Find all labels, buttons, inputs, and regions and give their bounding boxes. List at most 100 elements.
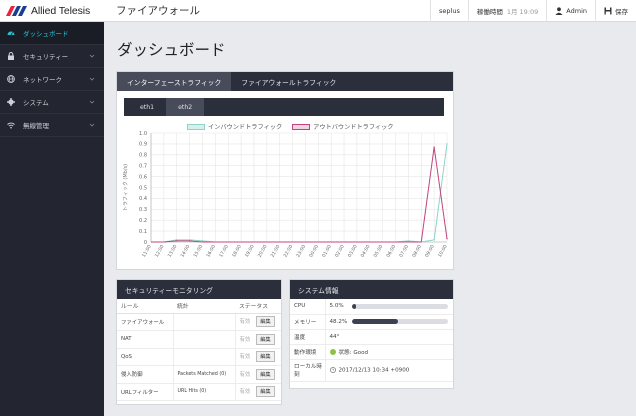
x-tick-label: 23:00 [295, 244, 307, 259]
environment-row: 動作環境 状態: Good [290, 344, 453, 360]
x-tick-label: 11:00 [141, 244, 153, 259]
x-tick-label: 20:00 [257, 244, 269, 259]
sidebar-item-security[interactable]: セキュリティー [0, 45, 104, 68]
x-tick-label: 04:00 [360, 244, 372, 259]
y-tick-label: 1.0 [139, 131, 147, 137]
data-point-outbound [176, 240, 178, 242]
sidebar: ダッシュボード セキュリティー ネットワーク システム 無線管理 [0, 22, 104, 416]
cpu-row: CPU 5.0% [290, 299, 453, 315]
system-info-table: CPU 5.0% メモリー 48.2% 温度 44° 動作環境 状態: Good… [290, 299, 453, 382]
brand-logo[interactable]: Allied Telesis [6, 5, 102, 17]
lock-icon [8, 52, 14, 60]
chevron-down-icon [89, 100, 95, 104]
rule-stats [173, 330, 236, 349]
x-tick-label: 02:00 [334, 244, 346, 259]
data-point-outbound [433, 146, 435, 148]
edit-button[interactable]: 編集 [256, 316, 275, 328]
rule-name: QoS [117, 348, 174, 366]
app-window: Allied Telesis ファイアウォール seplus 稼働時間 1月 1… [0, 0, 636, 416]
chevron-down-icon [89, 77, 95, 81]
y-tick-label: 0.1 [139, 229, 147, 235]
status-good-icon [329, 349, 336, 355]
edit-button[interactable]: 編集 [256, 368, 275, 380]
dashboard-icon [7, 31, 15, 36]
y-tick-label: 0.8 [139, 153, 147, 159]
temperature-label: 温度 [290, 329, 326, 345]
rule-name: URLフィルター [117, 383, 174, 401]
globe-icon [7, 75, 15, 83]
cpu-value: 5.0% [329, 303, 344, 310]
sidebar-item-network[interactable]: ネットワーク [0, 68, 104, 91]
rule-stats [173, 313, 236, 331]
x-tick-label: 14:00 [180, 244, 192, 259]
sidebar-item-system[interactable]: システム [0, 91, 104, 114]
status-badge: 有効 [239, 354, 251, 361]
local-time-row: ローカル時刻 2017/12/13 10:34 +0900 [290, 359, 453, 382]
table-row: QoS 有効 編集 [117, 348, 281, 366]
table-row: NAT 有効 編集 [117, 330, 281, 349]
chevron-down-icon [89, 54, 95, 58]
sidebar-item-wireless[interactable]: 無線管理 [0, 114, 104, 137]
cpu-usage-fill [351, 303, 357, 309]
security-table: ルール 統計 ステータス ファイアウォール 有効 編集 NAT 有効 編集 QoS 有効 編集侵… [117, 299, 281, 401]
cpu-usage-bar [351, 303, 448, 309]
edit-button[interactable]: 編集 [256, 386, 275, 398]
temperature-value: 44° [325, 329, 453, 345]
status-badge: 有効 [239, 371, 251, 378]
system-panel-title: システム情報 [290, 280, 453, 299]
rule-stats: URL Hits (0) [173, 383, 236, 401]
environment-label: 動作環境 [290, 344, 326, 360]
brand-name: Allied Telesis [31, 4, 91, 17]
table-row: 侵入防御 Packets Matched (0) 有効 編集 [117, 365, 281, 384]
chevron-down-icon [89, 123, 95, 127]
traffic-chart: 0 0.1 0.2 0.3 0.4 0.5 0.6 0.7 0.8 0.9 1.0 11:00 12:0… [123, 131, 449, 259]
user-menu[interactable]: Admin [546, 0, 595, 22]
local-time-label: ローカル時刻 [290, 359, 326, 382]
x-tick-label: 06:00 [385, 244, 397, 259]
rule-stats: Packets Matched (0) [173, 365, 236, 384]
x-tick-label: 00:00 [308, 244, 320, 259]
data-point-inbound [446, 143, 448, 145]
x-tick-label: 15:00 [192, 244, 204, 259]
x-tick-label: 08:00 [411, 244, 423, 259]
app-title: ファイアウォール [116, 5, 200, 17]
series-line-outbound [151, 147, 448, 243]
temperature-row: 温度 44° [290, 329, 453, 345]
sidebar-item-dashboard[interactable]: ダッシュボード [0, 22, 104, 45]
clock-icon [329, 366, 336, 373]
x-tick-label: 10:00 [437, 244, 449, 259]
table-row: URLフィルター URL Hits (0) 有効 編集 [117, 383, 281, 401]
data-point-inbound [433, 239, 435, 241]
rule-name: 侵入防御 [117, 365, 174, 384]
column-header-rule: ルール [117, 299, 173, 314]
edit-button[interactable]: 編集 [256, 351, 275, 363]
y-tick-label: 0 [144, 240, 147, 246]
y-tick-label: 0.6 [139, 174, 147, 180]
save-button[interactable]: 保存 [595, 0, 636, 22]
y-tick-label: 0.7 [139, 164, 147, 170]
cpu-label: CPU [290, 299, 326, 315]
column-header-stats: 統計 [173, 299, 235, 314]
x-tick-label: 18:00 [231, 244, 243, 259]
rule-stats [173, 348, 236, 366]
x-tick-label: 22:00 [282, 244, 294, 259]
memory-row: メモリー 48.2% [290, 314, 453, 330]
x-tick-label: 17:00 [218, 244, 230, 259]
allied-telesis-logo-icon [6, 5, 27, 16]
data-point-outbound [446, 238, 448, 240]
edit-button[interactable]: 編集 [256, 333, 275, 345]
gear-icon [7, 98, 15, 106]
data-point-inbound [407, 240, 410, 242]
status-badge: 有効 [239, 389, 251, 396]
system-info-panel: システム情報 CPU 5.0% メモリー 48.2% 温度 44° 動作環境 状… [289, 279, 454, 389]
data-point-outbound [188, 240, 191, 242]
x-tick-label: 01:00 [321, 244, 333, 259]
x-tick-label: 13:00 [167, 244, 179, 259]
traffic-panel: インターフェーストラフィック ファイアウォールトラフィック eth1 eth2 … [116, 71, 454, 270]
x-tick-label: 05:00 [373, 244, 385, 259]
memory-usage-bar [351, 319, 448, 324]
y-tick-label: 0.5 [139, 185, 147, 191]
x-tick-label: 12:00 [154, 244, 166, 259]
status-badge: 有効 [239, 319, 251, 326]
hostname: seplus [430, 0, 468, 22]
